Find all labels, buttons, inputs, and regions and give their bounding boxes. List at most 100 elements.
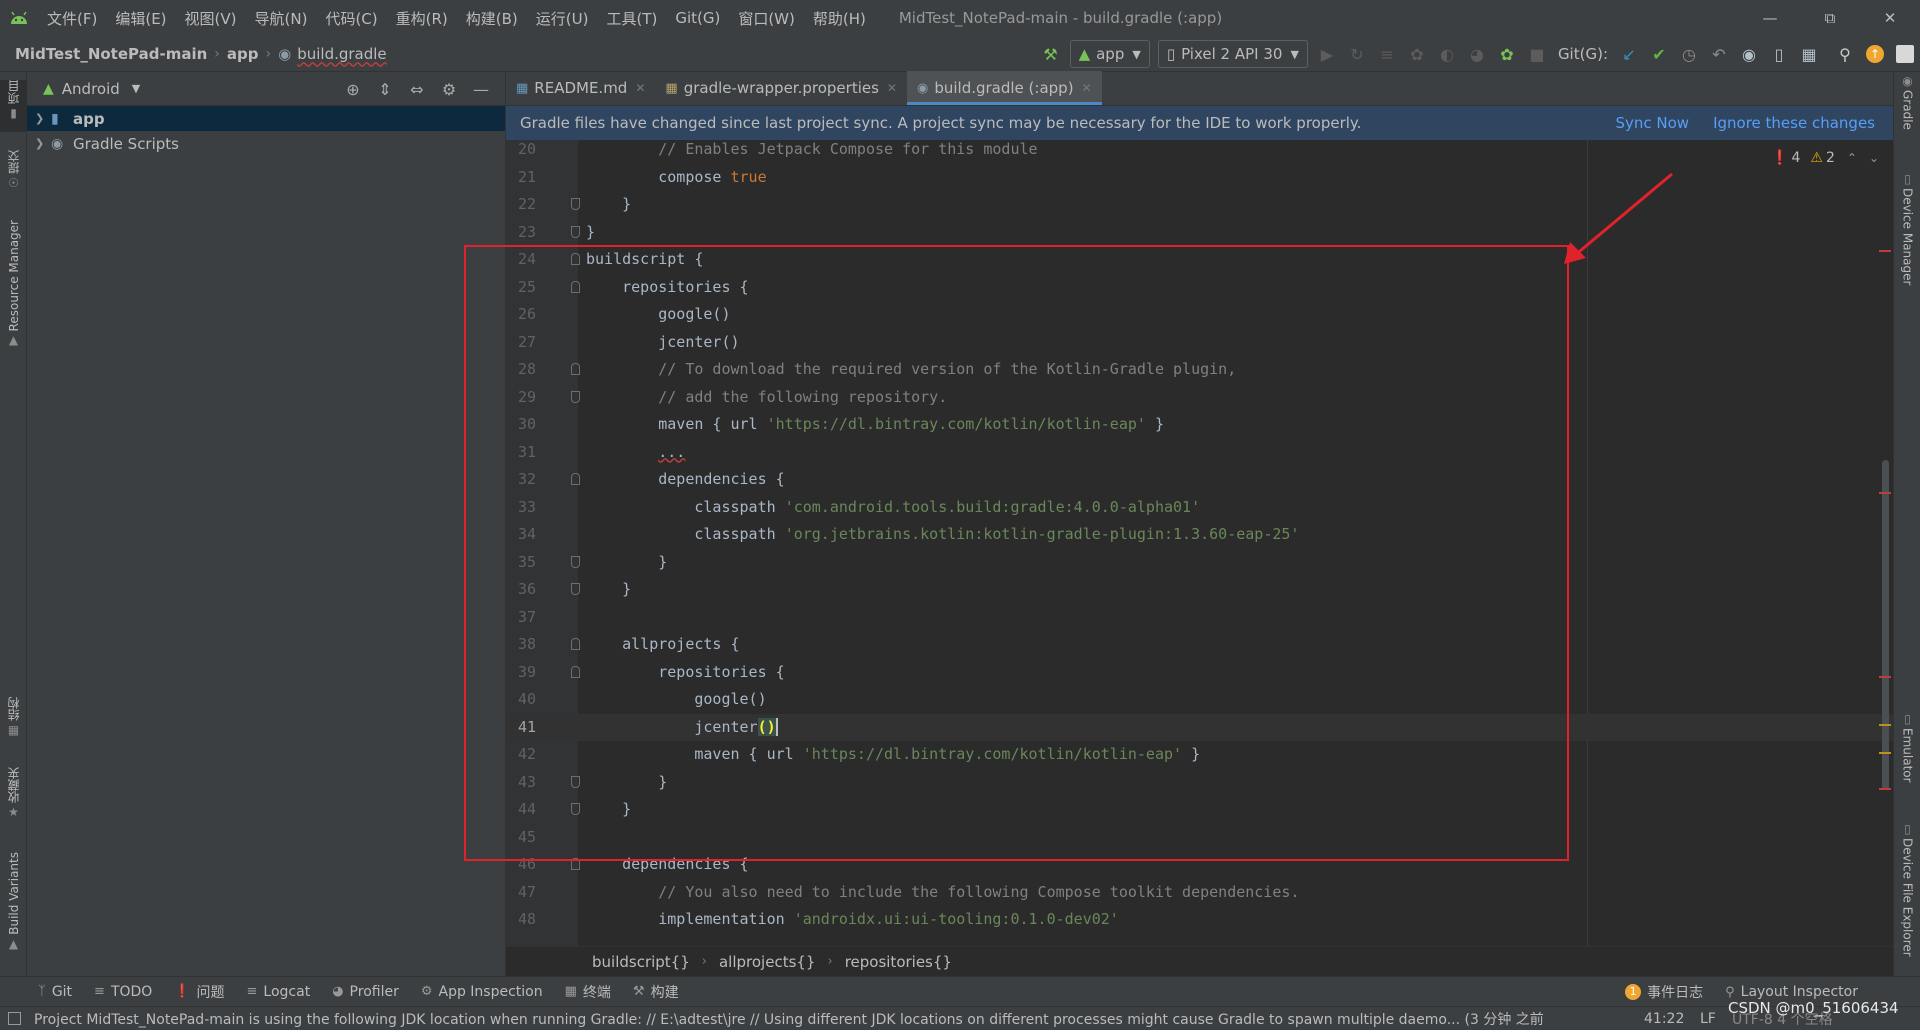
menu-refactor[interactable]: 重构(R): [387, 8, 457, 29]
make-project-hammer-icon[interactable]: ⚒: [1036, 36, 1066, 72]
menu-edit[interactable]: 编辑(E): [106, 8, 175, 29]
fold-start-icon[interactable]: [571, 253, 580, 265]
tool-tab-project[interactable]: 项目 ▮: [0, 80, 27, 132]
bottom-tool-todo[interactable]: ≡ TODO: [94, 984, 152, 1000]
menu-tools[interactable]: 工具(T): [597, 8, 666, 29]
menu-build[interactable]: 构建(B): [457, 8, 527, 29]
tree-item-app[interactable]: ❯ ▮ app: [27, 106, 505, 131]
bottom-tool-profiler[interactable]: ◕ Profiler: [332, 984, 399, 1000]
bottom-tool-build[interactable]: ⚒ 构建: [633, 982, 679, 1002]
inspection-widget[interactable]: ❗ 4 ⚠ 2 ⌃ ⌄: [1771, 150, 1879, 166]
code-line[interactable]: 38 allprojects {: [506, 631, 1893, 659]
menu-code[interactable]: 代码(C): [316, 8, 386, 29]
close-icon[interactable]: ✕: [635, 81, 645, 95]
menu-window[interactable]: 窗口(W): [729, 8, 804, 29]
code-line[interactable]: 30 maven { url 'https://dl.bintray.com/k…: [506, 411, 1893, 439]
code-line[interactable]: 40 google(): [506, 686, 1893, 714]
layout-inspector-button[interactable]: ⚲ Layout Inspector: [1725, 984, 1858, 1000]
code-line[interactable]: 28 // To download the required version o…: [506, 356, 1893, 384]
tab-gradle-wrapper[interactable]: ▦ gradle-wrapper.properties ✕: [655, 71, 907, 105]
bottom-tool-app-inspection[interactable]: ⚙ App Inspection: [421, 984, 543, 1000]
breadcrumb-allprojects[interactable]: allprojects{}: [719, 953, 816, 971]
fold-end-icon[interactable]: [571, 583, 580, 595]
fold-end-icon[interactable]: [571, 775, 580, 788]
toggle-tool-windows-icon[interactable]: [8, 1012, 21, 1025]
error-stripe-mark[interactable]: [1879, 250, 1891, 252]
fold-end-icon[interactable]: [571, 555, 580, 568]
tool-tab-structure[interactable]: 结构 ▦: [0, 697, 27, 747]
code-line[interactable]: 46 dependencies {: [506, 851, 1893, 879]
caret-position[interactable]: 41:22: [1644, 1011, 1684, 1027]
code-line[interactable]: 36 }: [506, 576, 1893, 604]
device-manager-icon[interactable]: ▯: [1764, 36, 1794, 72]
run-icon[interactable]: ▶: [1312, 36, 1342, 72]
tool-tab-resource-manager[interactable]: Resource Manager ▲: [0, 220, 27, 370]
fold-start-icon[interactable]: [571, 665, 580, 678]
collapse-all-icon[interactable]: ⇔: [401, 80, 433, 99]
code-line[interactable]: 21 compose true: [506, 164, 1893, 192]
code-line[interactable]: 24 buildscript {: [506, 246, 1893, 274]
event-log-button[interactable]: 1 事件日志: [1625, 982, 1703, 1002]
status-message[interactable]: Project MidTest_NotePad-main is using th…: [0, 1009, 1610, 1029]
breadcrumb-buildscript[interactable]: buildscript{}: [592, 953, 690, 971]
gear-icon[interactable]: ⚙: [433, 80, 465, 99]
restore-icon[interactable]: ⧉: [1800, 0, 1860, 36]
fold-start-icon[interactable]: [571, 858, 580, 870]
bottom-tool-logcat[interactable]: ≡ Logcat: [247, 984, 311, 1000]
apply-changes-restart-icon[interactable]: ↻: [1342, 36, 1372, 72]
previous-highlight-icon[interactable]: ⌃: [1847, 151, 1857, 165]
fold-start-icon[interactable]: [571, 363, 580, 375]
update-available-icon[interactable]: ↑: [1860, 36, 1890, 72]
code-editor[interactable]: 20 // Enables Jetpack Compose for this m…: [506, 140, 1893, 946]
tab-build-gradle[interactable]: ◉ build.gradle (:app) ✕: [906, 71, 1102, 105]
stop-icon[interactable]: ■: [1522, 36, 1552, 72]
error-stripe-mark[interactable]: [1879, 788, 1891, 790]
code-line[interactable]: 35 }: [506, 549, 1893, 577]
editor-scrollbar[interactable]: [1879, 140, 1893, 946]
tree-item-gradle-scripts[interactable]: ❯ ◉ Gradle Scripts: [27, 131, 505, 156]
code-line[interactable]: 41 jcenter(): [506, 713, 1893, 741]
code-line[interactable]: 42 maven { url 'https://dl.bintray.com/k…: [506, 741, 1893, 769]
code-line[interactable]: 31 ...: [506, 439, 1893, 467]
tool-tab-emulator[interactable]: ▯ Emulator: [1894, 710, 1920, 810]
debug-icon[interactable]: ✿: [1402, 36, 1432, 72]
code-line[interactable]: 22 }: [506, 191, 1893, 219]
tab-readme[interactable]: ▦ README.md ✕: [506, 71, 655, 105]
fold-start-icon[interactable]: [571, 280, 580, 293]
code-line[interactable]: 29 // add the following repository.: [506, 384, 1893, 412]
menu-view[interactable]: 视图(V): [176, 8, 246, 29]
bottom-tool-problems[interactable]: ❗ 问题: [174, 982, 224, 1002]
device-selector[interactable]: ▯ Pixel 2 API 30 ▼: [1157, 40, 1308, 68]
code-line[interactable]: 25 repositories {: [506, 274, 1893, 302]
project-view-selector[interactable]: ▲ Android ▼: [43, 80, 140, 98]
minimize-icon[interactable]: —: [1740, 0, 1800, 36]
apply-code-changes-icon[interactable]: ≡: [1372, 36, 1402, 72]
code-line[interactable]: 45: [506, 824, 1893, 852]
close-window-icon[interactable]: ✕: [1860, 0, 1920, 36]
profile-icon[interactable]: ◕: [1462, 36, 1492, 72]
tool-tab-favorites[interactable]: 收藏夹 ★: [0, 767, 27, 835]
code-line[interactable]: 26 google(): [506, 301, 1893, 329]
chevron-right-icon[interactable]: ❯: [35, 112, 51, 125]
menu-run[interactable]: 运行(U): [527, 8, 598, 29]
fold-end-icon[interactable]: [571, 803, 580, 815]
ignore-changes-link[interactable]: Ignore these changes: [1713, 114, 1875, 132]
tool-tab-device-manager[interactable]: ▯ Device Manager: [1894, 170, 1920, 320]
fold-start-icon[interactable]: [571, 638, 580, 650]
line-separator[interactable]: LF: [1700, 1011, 1716, 1027]
locate-file-icon[interactable]: ⊕: [337, 80, 369, 99]
git-rollback-icon[interactable]: ↶: [1704, 36, 1734, 72]
tool-tab-build-variants[interactable]: Build Variants ▲: [0, 852, 27, 964]
scrollbar-thumb[interactable]: [1882, 460, 1889, 790]
chevron-right-icon[interactable]: ❯: [35, 137, 51, 150]
tool-tab-commit[interactable]: 提交 ☉: [0, 150, 27, 200]
sync-gradle-icon[interactable]: ◉: [1734, 36, 1764, 72]
menu-navigate[interactable]: 导航(N): [246, 8, 317, 29]
close-icon[interactable]: ✕: [1082, 81, 1092, 95]
code-line[interactable]: 20 // Enables Jetpack Compose for this m…: [506, 140, 1893, 164]
search-icon[interactable]: ⚲: [1830, 36, 1860, 72]
code-line[interactable]: 48 implementation 'androidx.ui:ui-toolin…: [506, 906, 1893, 934]
fold-end-icon[interactable]: [571, 198, 580, 210]
hide-panel-icon[interactable]: —: [465, 80, 497, 99]
code-line[interactable]: 23}: [506, 219, 1893, 247]
